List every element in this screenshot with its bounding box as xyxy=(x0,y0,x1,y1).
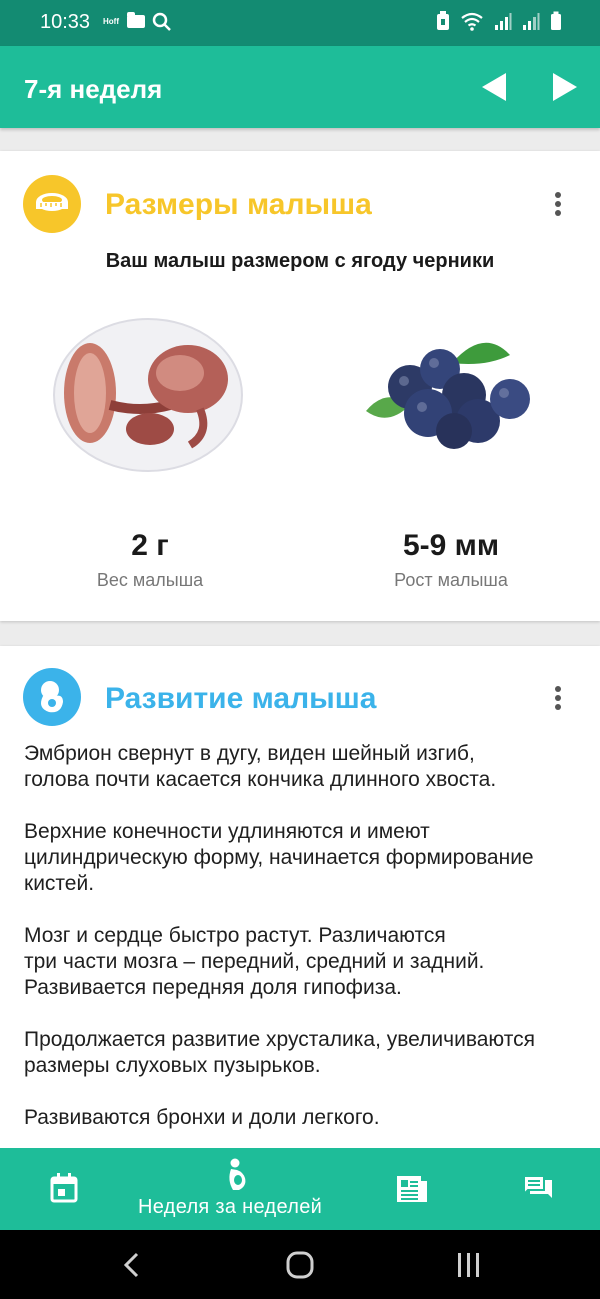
dev-paragraph: Верхние конечности удлиняются и имеют ци… xyxy=(24,820,534,895)
weight-value: 2 г xyxy=(131,529,169,562)
home-icon[interactable] xyxy=(286,1251,314,1279)
signal-2-icon xyxy=(523,13,540,30)
weight-label: Вес малыша xyxy=(96,570,204,590)
chevron-left-icon[interactable] xyxy=(482,73,506,101)
development-text: Эмбрион свернут в дугу, виден шейный изг… xyxy=(24,741,584,1157)
nav-articles[interactable] xyxy=(350,1148,475,1230)
chat-icon xyxy=(523,1175,552,1198)
height-label: Рост малыша xyxy=(394,570,508,590)
baby-development-title: Развитие малыша xyxy=(105,682,377,715)
page-title: 7-я неделя xyxy=(24,74,163,104)
status-indicators xyxy=(436,11,562,31)
nav-chat[interactable] xyxy=(475,1148,600,1230)
status-bar: 10:33 Hoff xyxy=(0,0,600,46)
baby-development-card: Развитие малыша Эмбрион свернут в дугу, … xyxy=(0,646,600,1148)
bottom-navigation: Неделя за неделей xyxy=(0,1148,600,1230)
dev-paragraph: Продолжается развитие хрусталика, увелич… xyxy=(24,1028,535,1077)
calendar-icon xyxy=(50,1173,78,1203)
blueberries-illustration xyxy=(366,342,530,449)
folder-icon xyxy=(127,12,145,28)
battery-saver-icon xyxy=(437,11,449,30)
system-navigation-bar xyxy=(0,1230,600,1299)
embryo-icon xyxy=(23,668,81,726)
chevron-right-icon[interactable] xyxy=(553,73,577,101)
nav-week-by-week-label: Неделя за неделей xyxy=(138,1196,323,1218)
back-icon[interactable] xyxy=(122,1252,140,1278)
size-comparison-text: Ваш малыш размером с ягоду черники xyxy=(105,250,495,272)
wifi-icon xyxy=(461,12,483,31)
hoff-notification-icon: Hoff xyxy=(103,17,119,26)
dev-paragraph: Мозг и сердце быстро растут. Различаются… xyxy=(24,924,485,999)
measuring-tape-icon xyxy=(23,175,81,233)
search-icon xyxy=(152,12,171,31)
dev-paragraph: Эмбрион свернут в дугу, виден шейный изг… xyxy=(24,742,497,791)
height-value: 5-9 мм xyxy=(402,529,500,562)
dev-paragraph: Развиваются бронхи и доли легкого. xyxy=(24,1106,380,1129)
embryo-illustration xyxy=(53,318,243,472)
nav-calendar[interactable] xyxy=(0,1148,125,1230)
app-toolbar: 7-я неделя xyxy=(0,46,600,128)
pregnancy-icon xyxy=(229,1158,246,1190)
status-time: 10:33 xyxy=(40,11,91,33)
signal-icon xyxy=(495,13,512,30)
recent-apps-icon[interactable] xyxy=(456,1252,482,1278)
more-options-icon[interactable] xyxy=(548,189,568,219)
baby-size-card: Размеры малыша Ваш малыш размером с ягод… xyxy=(0,151,600,621)
baby-size-title: Размеры малыша xyxy=(105,188,372,221)
battery-icon xyxy=(551,11,561,30)
more-options-icon-2[interactable] xyxy=(548,683,568,713)
articles-icon xyxy=(397,1176,427,1202)
